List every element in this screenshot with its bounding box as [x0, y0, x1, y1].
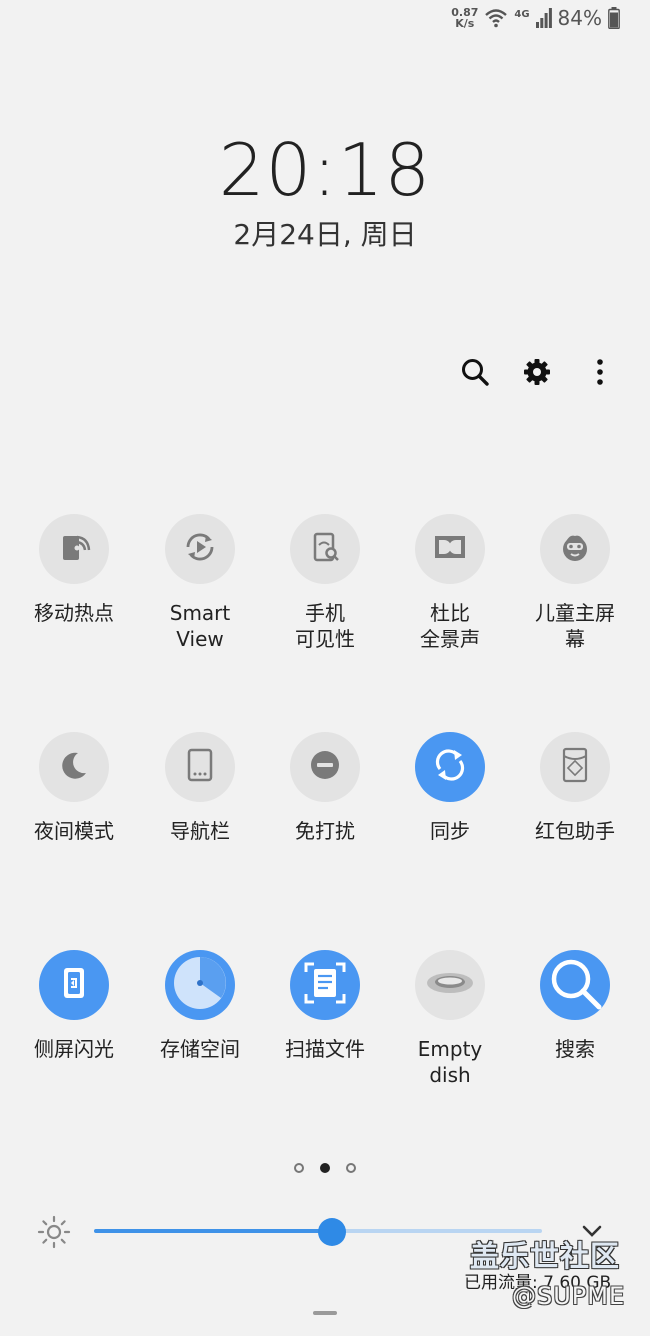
- tile-hotspot[interactable]: 移动热点: [11, 514, 137, 626]
- tile-red-envelope-button[interactable]: [540, 732, 610, 802]
- tile-empty-dish-button[interactable]: [415, 950, 485, 1020]
- tile-night-mode[interactable]: 夜间模式: [11, 732, 137, 844]
- battery-icon: [608, 7, 620, 29]
- tile-kids-home[interactable]: 儿童主屏幕: [512, 514, 638, 652]
- tile-edge-lighting[interactable]: 侧屏闪光: [11, 950, 137, 1062]
- tile-phone-visibility-button[interactable]: [290, 514, 360, 584]
- tile-dolby-button[interactable]: [415, 514, 485, 584]
- tile-label: 移动热点: [34, 601, 114, 625]
- tile-sync-button[interactable]: [415, 732, 485, 802]
- tile-storage-button[interactable]: [165, 950, 235, 1020]
- search-icon: [548, 956, 602, 1014]
- sync-icon: [431, 746, 469, 788]
- tile-label: 扫描文件: [285, 1037, 365, 1061]
- page-dot-1[interactable]: [294, 1163, 304, 1173]
- tile-do-not-disturb[interactable]: 免打扰: [262, 732, 388, 844]
- tile-smart-view[interactable]: Smart View: [137, 514, 263, 652]
- network-type: 4G: [514, 8, 530, 20]
- more-vertical-icon: [595, 357, 605, 391]
- wifi-icon: [484, 8, 508, 28]
- tile-smart-view-button[interactable]: [165, 514, 235, 584]
- tile-nav-bar-button[interactable]: [165, 732, 235, 802]
- tile-label: 侧屏闪光: [34, 1037, 114, 1061]
- gear-icon: [522, 357, 552, 391]
- brightness-slider-thumb[interactable]: [318, 1218, 346, 1246]
- phone-visibility-icon: [308, 530, 342, 568]
- tile-nav-bar[interactable]: 导航栏: [137, 732, 263, 844]
- tile-label: 红包助手: [535, 819, 615, 843]
- clock-date: 2月24日, 周日: [233, 218, 417, 251]
- battery-percent: 84%: [557, 6, 602, 30]
- network-speed-unit: K/s: [455, 17, 475, 30]
- page-indicator: [0, 1163, 650, 1173]
- search-button[interactable]: [455, 354, 495, 394]
- tile-scan-document[interactable]: 扫描文件: [262, 950, 388, 1062]
- do-not-disturb-icon: [309, 749, 341, 785]
- tile-phone-visibility[interactable]: 手机 可见性: [262, 514, 388, 652]
- tile-sync[interactable]: 同步: [387, 732, 513, 844]
- tile-red-envelope[interactable]: 红包助手: [512, 732, 638, 844]
- hotspot-icon: [57, 530, 91, 568]
- tile-night-mode-button[interactable]: [39, 732, 109, 802]
- scan-document-icon: [302, 960, 348, 1010]
- brightness-icon: [36, 1214, 72, 1250]
- status-bar: 0.87 K/s 4G 84%: [451, 6, 620, 30]
- tile-label: Smart View: [169, 601, 231, 651]
- storage-icon: [172, 955, 228, 1015]
- signal-icon: [535, 8, 552, 28]
- tile-label: 杜比 全景声: [420, 601, 480, 651]
- settings-button[interactable]: [517, 354, 557, 394]
- more-options-button[interactable]: [580, 354, 620, 394]
- dish-icon: [425, 968, 475, 1002]
- clock-time: 20:18: [218, 128, 432, 212]
- tile-label: 手机 可见性: [295, 601, 355, 651]
- watermark-handle: @SUPME: [512, 1282, 626, 1310]
- brightness-slider-fill[interactable]: [94, 1229, 332, 1233]
- dolby-icon: [433, 534, 467, 564]
- page-dot-3[interactable]: [346, 1163, 356, 1173]
- smart-view-icon: [182, 529, 218, 569]
- tile-label: 儿童主屏幕: [535, 601, 615, 651]
- tile-empty-dish[interactable]: Empty dish: [387, 950, 513, 1088]
- tile-label: 夜间模式: [34, 819, 114, 843]
- tile-label: 免打扰: [295, 819, 355, 843]
- tile-scan-document-button[interactable]: [290, 950, 360, 1020]
- kids-face-icon: [557, 530, 593, 568]
- network-speed: 0.87 K/s: [451, 7, 478, 29]
- tile-label: 存储空间: [160, 1037, 240, 1061]
- page-dot-2[interactable]: [320, 1163, 330, 1173]
- search-icon: [460, 357, 490, 391]
- tile-hotspot-button[interactable]: [39, 514, 109, 584]
- tile-storage[interactable]: 存储空间: [137, 950, 263, 1062]
- red-envelope-icon: [561, 747, 589, 787]
- tile-dolby[interactable]: 杜比 全景声: [387, 514, 513, 652]
- tile-kids-home-button[interactable]: [540, 514, 610, 584]
- tile-search-button[interactable]: [540, 950, 610, 1020]
- tile-label: 搜索: [555, 1037, 595, 1061]
- edge-lighting-icon: [59, 965, 89, 1005]
- tile-label: 同步: [430, 819, 470, 843]
- moon-icon: [58, 749, 90, 785]
- tile-search[interactable]: 搜索: [512, 950, 638, 1062]
- tile-label: 导航栏: [170, 819, 230, 843]
- tile-label: Empty dish: [417, 1037, 483, 1087]
- nav-bar-icon: [186, 748, 214, 786]
- tile-edge-lighting-button[interactable]: [39, 950, 109, 1020]
- panel-drag-handle[interactable]: [313, 1311, 337, 1315]
- tile-do-not-disturb-button[interactable]: [290, 732, 360, 802]
